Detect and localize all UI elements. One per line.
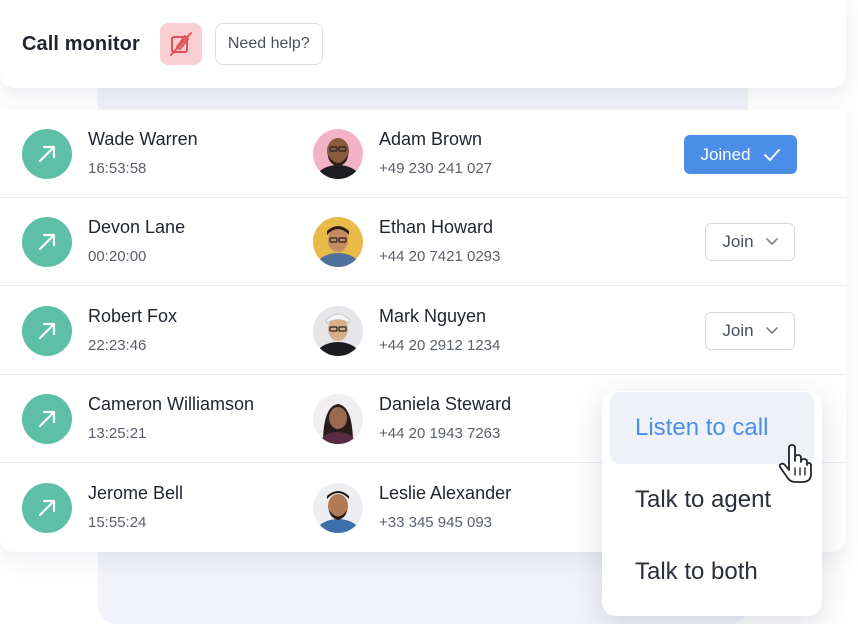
header-bar: Call monitor Need help?: [0, 0, 846, 88]
avatar: [313, 483, 363, 533]
joined-button[interactable]: Joined: [684, 135, 797, 174]
contact-phone: +44 20 2912 1234: [379, 337, 501, 354]
avatar: [313, 129, 363, 179]
agent-name: Jerome Bell: [88, 483, 184, 503]
outgoing-call-icon: [22, 129, 72, 179]
join-dropdown-button[interactable]: Join: [705, 223, 795, 261]
contact-name: Daniela Steward: [379, 394, 512, 414]
contact-phone: +49 230 241 027: [379, 160, 493, 177]
contact-phone: +44 20 7421 0293: [379, 248, 501, 265]
chevron-down-icon: [765, 327, 778, 334]
outgoing-call-icon: [22, 394, 72, 444]
contact-name: Mark Nguyen: [379, 306, 487, 326]
agent-name: Cameron Williamson: [88, 394, 255, 414]
join-label: Join: [722, 232, 754, 251]
contact-name: Leslie Alexander: [379, 483, 512, 503]
join-label: Join: [722, 321, 754, 340]
avatar: [313, 306, 363, 356]
check-icon: [763, 148, 780, 161]
call-duration: 00:20:00: [88, 248, 147, 265]
join-options-menu: Listen to call Talk to agent Talk to bot…: [602, 391, 822, 616]
muted-pen-icon: [169, 32, 192, 56]
outgoing-call-icon: [22, 306, 72, 356]
call-row: Devon Lane 00:20:00 Ethan Howard +44 20 …: [0, 198, 846, 286]
agent-name: Wade Warren: [88, 129, 198, 149]
avatar: [313, 394, 363, 444]
menu-item-talk-to-both[interactable]: Talk to both: [610, 536, 814, 608]
contact-phone: +44 20 1943 7263: [379, 425, 501, 442]
contact-name: Ethan Howard: [379, 217, 494, 237]
contact-phone: +33 345 945 093: [379, 514, 493, 531]
mute-button[interactable]: [159, 23, 202, 65]
hand-pointer-cursor-icon: [778, 444, 812, 483]
join-dropdown-button[interactable]: Join: [705, 312, 795, 350]
call-duration: 22:23:46: [88, 337, 147, 354]
outgoing-call-icon: [22, 483, 72, 533]
avatar: [313, 217, 363, 267]
chevron-down-icon: [765, 238, 778, 245]
call-duration: 13:25:21: [88, 425, 147, 442]
call-row: Wade Warren 16:53:58 Adam Brown +49 230 …: [0, 110, 846, 198]
joined-label: Joined: [700, 144, 751, 164]
call-duration: 16:53:58: [88, 160, 147, 177]
need-help-button[interactable]: Need help?: [214, 23, 323, 65]
call-duration: 15:55:24: [88, 514, 147, 531]
agent-name: Devon Lane: [88, 217, 186, 237]
agent-name: Robert Fox: [88, 306, 178, 326]
contact-name: Adam Brown: [379, 129, 483, 149]
outgoing-call-icon: [22, 217, 72, 267]
call-row: Robert Fox 22:23:46 Mark Nguyen +44 20 2…: [0, 287, 846, 375]
page-title: Call monitor: [22, 32, 140, 55]
